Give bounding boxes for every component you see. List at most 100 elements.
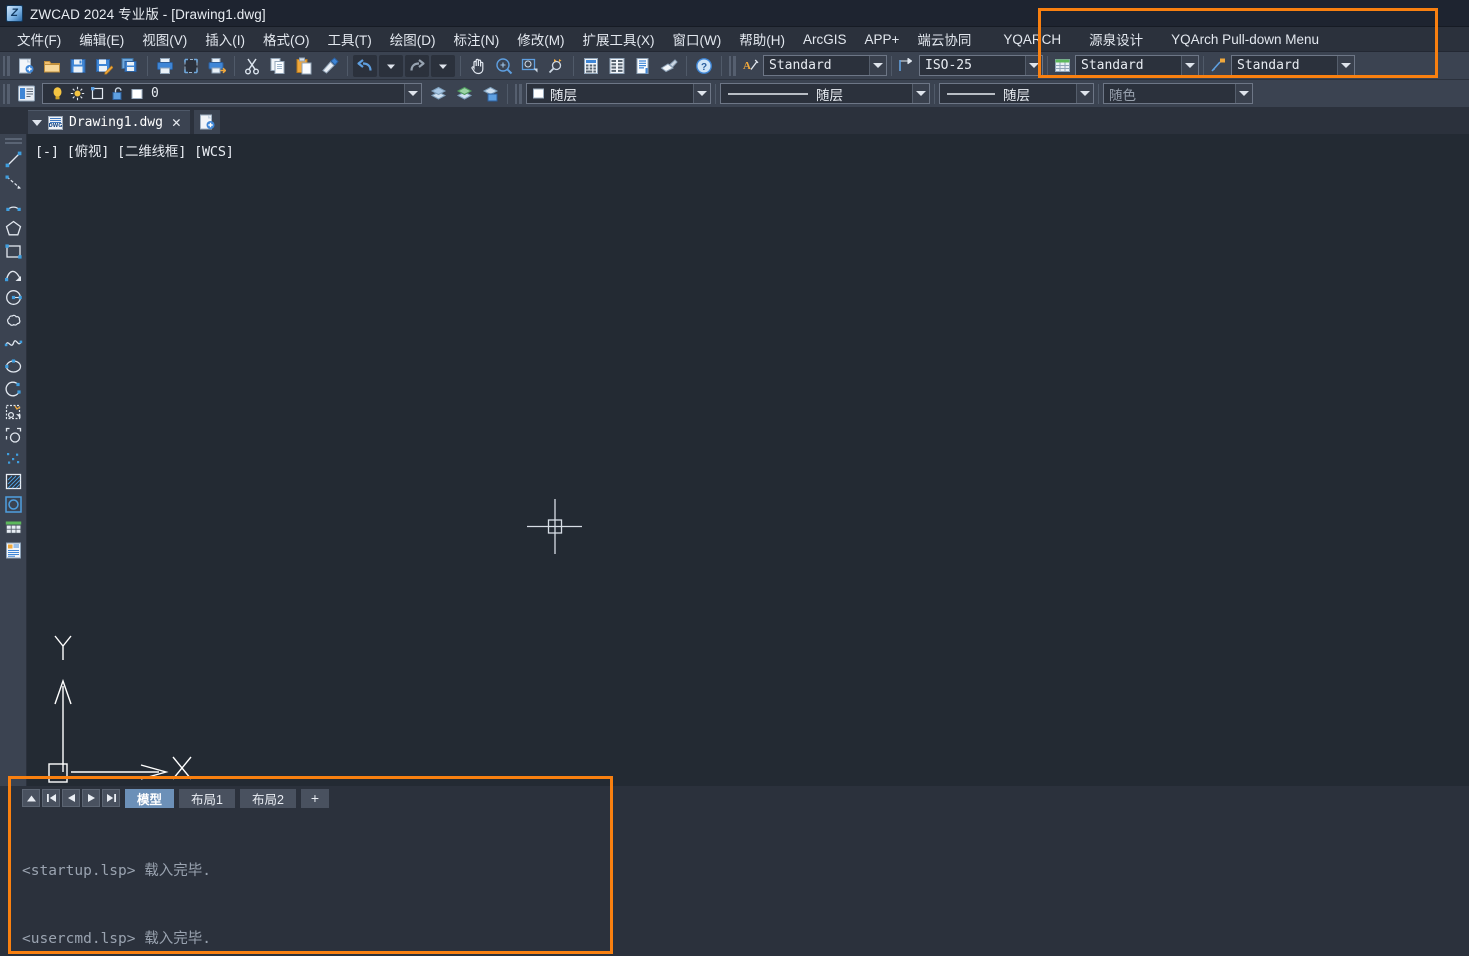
- pan-button[interactable]: [466, 55, 490, 77]
- layer-toolbar-grip[interactable]: [3, 83, 10, 104]
- print-button[interactable]: [153, 55, 177, 77]
- multiline-text-tool[interactable]: [1, 539, 26, 561]
- next-layout-button[interactable]: [82, 789, 100, 807]
- chevron-down-icon[interactable]: [1235, 84, 1252, 103]
- menu-window[interactable]: 窗口(W): [664, 27, 731, 51]
- print-preview-button[interactable]: [179, 55, 203, 77]
- save-button[interactable]: [66, 55, 90, 77]
- redo-button[interactable]: [405, 54, 429, 77]
- menu-cloud-collab[interactable]: 端云协同: [908, 27, 980, 51]
- undo-dropdown-button[interactable]: [379, 54, 403, 77]
- polygon-tool[interactable]: [1, 217, 26, 239]
- dimension-style-combo[interactable]: ISO-25: [919, 55, 1043, 76]
- export-button[interactable]: [118, 55, 142, 77]
- publish-button[interactable]: [205, 55, 229, 77]
- document-tab-drawing1[interactable]: DWG Drawing1.dwg ✕: [28, 110, 190, 134]
- open-file-button[interactable]: [40, 55, 64, 77]
- redo-dropdown-button[interactable]: [431, 54, 455, 77]
- undo-button[interactable]: [353, 54, 377, 77]
- gradient-tool[interactable]: [1, 493, 26, 515]
- new-document-tab-button[interactable]: [193, 110, 220, 134]
- lightbulb-on-icon[interactable]: [50, 86, 65, 101]
- layout-tab-model[interactable]: 模型: [125, 788, 175, 808]
- layer-combo[interactable]: 0: [42, 83, 422, 104]
- freeze-viewport-icon[interactable]: [90, 86, 105, 101]
- chevron-down-icon[interactable]: [404, 84, 421, 103]
- previous-layer-button[interactable]: [426, 83, 450, 105]
- layer-state-button[interactable]: [452, 83, 476, 105]
- menu-draw[interactable]: 绘图(D): [381, 27, 445, 51]
- menu-yuanquan-design[interactable]: 源泉设计: [1080, 27, 1152, 51]
- properties-toolbar-grip[interactable]: [515, 83, 522, 104]
- menu-arcgis[interactable]: ArcGIS: [794, 30, 856, 49]
- copy-button[interactable]: [266, 55, 290, 77]
- new-file-button[interactable]: [14, 55, 38, 77]
- color-combo[interactable]: 随层: [526, 83, 711, 104]
- menu-insert[interactable]: 插入(I): [196, 27, 254, 51]
- layout-tab-layout1[interactable]: 布局1: [179, 788, 235, 808]
- insert-block-tool[interactable]: [1, 401, 26, 423]
- menu-yqarch-pulldown[interactable]: YQArch Pull-down Menu: [1162, 30, 1328, 49]
- design-center-button[interactable]: [631, 55, 655, 77]
- style-toolbar-grip[interactable]: [729, 55, 736, 76]
- last-layout-button[interactable]: [102, 789, 120, 807]
- chevron-down-icon[interactable]: [32, 119, 42, 126]
- circle-center-tool[interactable]: [1, 286, 26, 308]
- properties-button[interactable]: [605, 55, 629, 77]
- zoom-window-button[interactable]: [518, 55, 542, 77]
- hatch-tool[interactable]: [1, 470, 26, 492]
- chevron-down-icon[interactable]: [1337, 56, 1354, 75]
- layer-properties-button[interactable]: [14, 83, 38, 105]
- linetype-combo[interactable]: 随层: [720, 83, 930, 104]
- ellipse-arc-tool[interactable]: [1, 378, 26, 400]
- chevron-down-icon[interactable]: [1076, 84, 1093, 103]
- help-button[interactable]: ?: [692, 55, 716, 77]
- drawing-canvas[interactable]: [-] [俯视] [二维线框] [WCS]: [27, 134, 1469, 794]
- calculator-button[interactable]: [579, 55, 603, 77]
- toolbar-grip[interactable]: [3, 55, 10, 76]
- construction-line-tool[interactable]: [1, 171, 26, 193]
- wave-spline-tool[interactable]: [1, 332, 26, 354]
- command-window[interactable]: <startup.lsp> 载入完毕. <usercmd.lsp> 载入完毕. …: [0, 810, 1469, 956]
- chevron-down-icon[interactable]: [693, 84, 710, 103]
- match-properties-button[interactable]: [318, 55, 342, 77]
- arc-tool[interactable]: [1, 194, 26, 216]
- menu-tools[interactable]: 工具(T): [319, 27, 381, 51]
- chevron-down-icon[interactable]: [1181, 56, 1198, 75]
- layer-isolate-button[interactable]: [478, 83, 502, 105]
- table-style-combo[interactable]: Standard: [1075, 55, 1199, 76]
- multileader-style-combo[interactable]: Standard: [1231, 55, 1355, 76]
- menu-dimension[interactable]: 标注(N): [445, 27, 509, 51]
- chevron-down-icon[interactable]: [869, 56, 886, 75]
- line-tool[interactable]: [1, 148, 26, 170]
- revision-cloud-tool[interactable]: [1, 309, 26, 331]
- point-tool[interactable]: [1, 447, 26, 469]
- paste-button[interactable]: [292, 55, 316, 77]
- text-style-combo[interactable]: Standard: [763, 55, 887, 76]
- add-layout-button[interactable]: +: [300, 788, 330, 808]
- zoom-realtime-button[interactable]: [492, 55, 516, 77]
- zoom-previous-button[interactable]: [544, 55, 568, 77]
- menu-modify[interactable]: 修改(M): [508, 27, 573, 51]
- table-tool[interactable]: [1, 516, 26, 538]
- menu-view[interactable]: 视图(V): [133, 27, 196, 51]
- menu-app-plus[interactable]: APP+: [856, 30, 909, 49]
- draw-toolbar-grip[interactable]: [4, 138, 22, 144]
- menu-file[interactable]: 文件(F): [8, 27, 70, 51]
- menu-yqarch[interactable]: YQARCH: [994, 30, 1070, 49]
- spline-tool[interactable]: [1, 263, 26, 285]
- chevron-down-icon[interactable]: [912, 84, 929, 103]
- cut-button[interactable]: [240, 55, 264, 77]
- close-icon[interactable]: ✕: [169, 115, 184, 130]
- lineweight-combo[interactable]: 随层: [939, 83, 1094, 104]
- chevron-down-icon[interactable]: [1025, 56, 1042, 75]
- tool-palette-button[interactable]: [657, 55, 681, 77]
- menu-edit[interactable]: 编辑(E): [70, 27, 133, 51]
- sun-freeze-icon[interactable]: [70, 86, 85, 101]
- collapse-tabs-button[interactable]: [22, 789, 40, 807]
- rectangle-tool[interactable]: [1, 240, 26, 262]
- menu-format[interactable]: 格式(O): [254, 27, 319, 51]
- ellipse-tool[interactable]: [1, 355, 26, 377]
- menu-help[interactable]: 帮助(H): [730, 27, 794, 51]
- make-block-tool[interactable]: [1, 424, 26, 446]
